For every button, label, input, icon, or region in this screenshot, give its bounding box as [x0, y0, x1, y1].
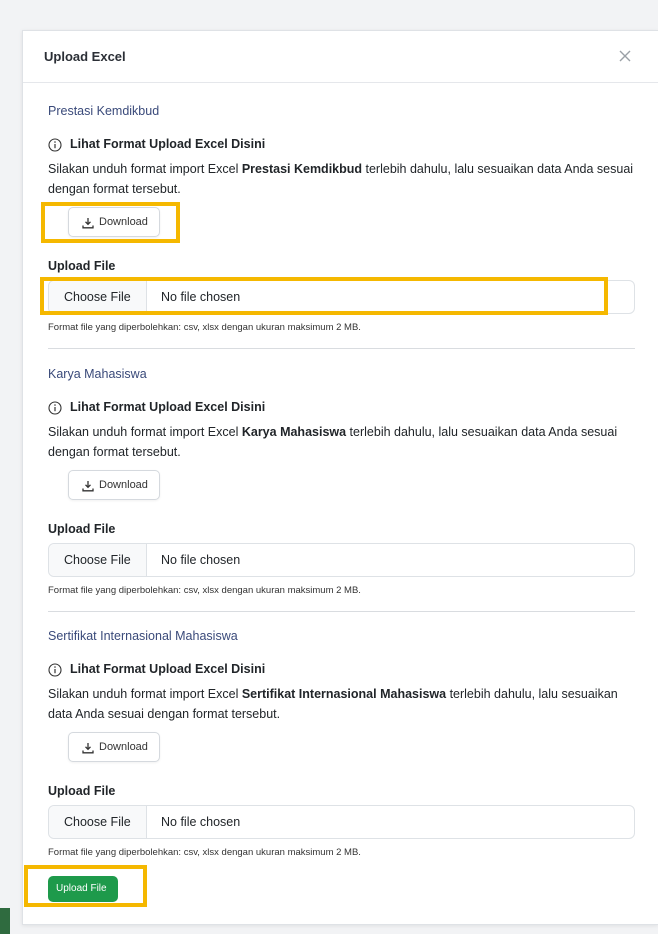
choose-file-button[interactable]: Choose File [49, 281, 147, 313]
choose-file-button[interactable]: Choose File [49, 806, 147, 838]
file-format-hint: Format file yang diperbolehkan: csv, xls… [48, 322, 361, 333]
file-input[interactable]: Choose File No file chosen [48, 280, 635, 314]
download-button[interactable]: Download [68, 470, 160, 500]
modal-title: Upload Excel [44, 49, 126, 64]
upload-file-submit-button[interactable]: Upload File [48, 876, 118, 902]
close-icon[interactable] [615, 46, 635, 66]
choose-file-label: Choose File [64, 815, 131, 829]
upload-excel-modal: Upload Excel Prestasi Kemdikbud Lihat Fo… [22, 30, 658, 925]
choose-file-label: Choose File [64, 553, 131, 567]
section-title: Karya Mahasiswa [48, 367, 147, 381]
file-format-hint: Format file yang diperbolehkan: csv, xls… [48, 847, 361, 858]
info-label: Lihat Format Upload Excel Disini [70, 137, 266, 151]
info-circle-icon [48, 401, 62, 415]
download-icon [82, 218, 94, 229]
file-status: No file chosen [161, 815, 241, 829]
section-divider [48, 348, 635, 349]
upload-file-label: Upload File [48, 522, 116, 536]
upload-file-label: Upload File [48, 784, 116, 798]
modal-header: Upload Excel [23, 31, 658, 83]
section-title: Sertifikat Internasional Mahasiswa [48, 629, 238, 643]
download-label: Download [99, 216, 148, 228]
download-icon [82, 481, 94, 492]
info-circle-icon [48, 138, 62, 152]
info-circle-icon [48, 663, 62, 677]
file-format-hint: Format file yang diperbolehkan: csv, xls… [48, 585, 361, 596]
download-icon [82, 743, 94, 754]
download-label: Download [99, 741, 148, 753]
file-status: No file chosen [161, 553, 241, 567]
download-button[interactable]: Download [68, 207, 160, 237]
choose-file-button[interactable]: Choose File [49, 544, 147, 576]
background-edge [0, 908, 10, 934]
download-label: Download [99, 479, 148, 491]
upload-file-label: Upload File [48, 259, 116, 273]
download-button[interactable]: Download [68, 732, 160, 762]
choose-file-label: Choose File [64, 290, 131, 304]
section-description: Silakan unduh format import Excel Presta… [48, 162, 634, 196]
section-description: Silakan unduh format import Excel Karya … [48, 425, 618, 459]
section-divider [48, 611, 635, 612]
upload-file-submit-label: Upload File [56, 883, 107, 894]
info-label: Lihat Format Upload Excel Disini [70, 400, 266, 414]
file-status: No file chosen [161, 290, 241, 304]
section-description: Silakan unduh format import Excel Sertif… [48, 687, 618, 721]
file-input[interactable]: Choose File No file chosen [48, 543, 635, 577]
info-label: Lihat Format Upload Excel Disini [70, 662, 266, 676]
file-input[interactable]: Choose File No file chosen [48, 805, 635, 839]
section-title: Prestasi Kemdikbud [48, 104, 160, 118]
